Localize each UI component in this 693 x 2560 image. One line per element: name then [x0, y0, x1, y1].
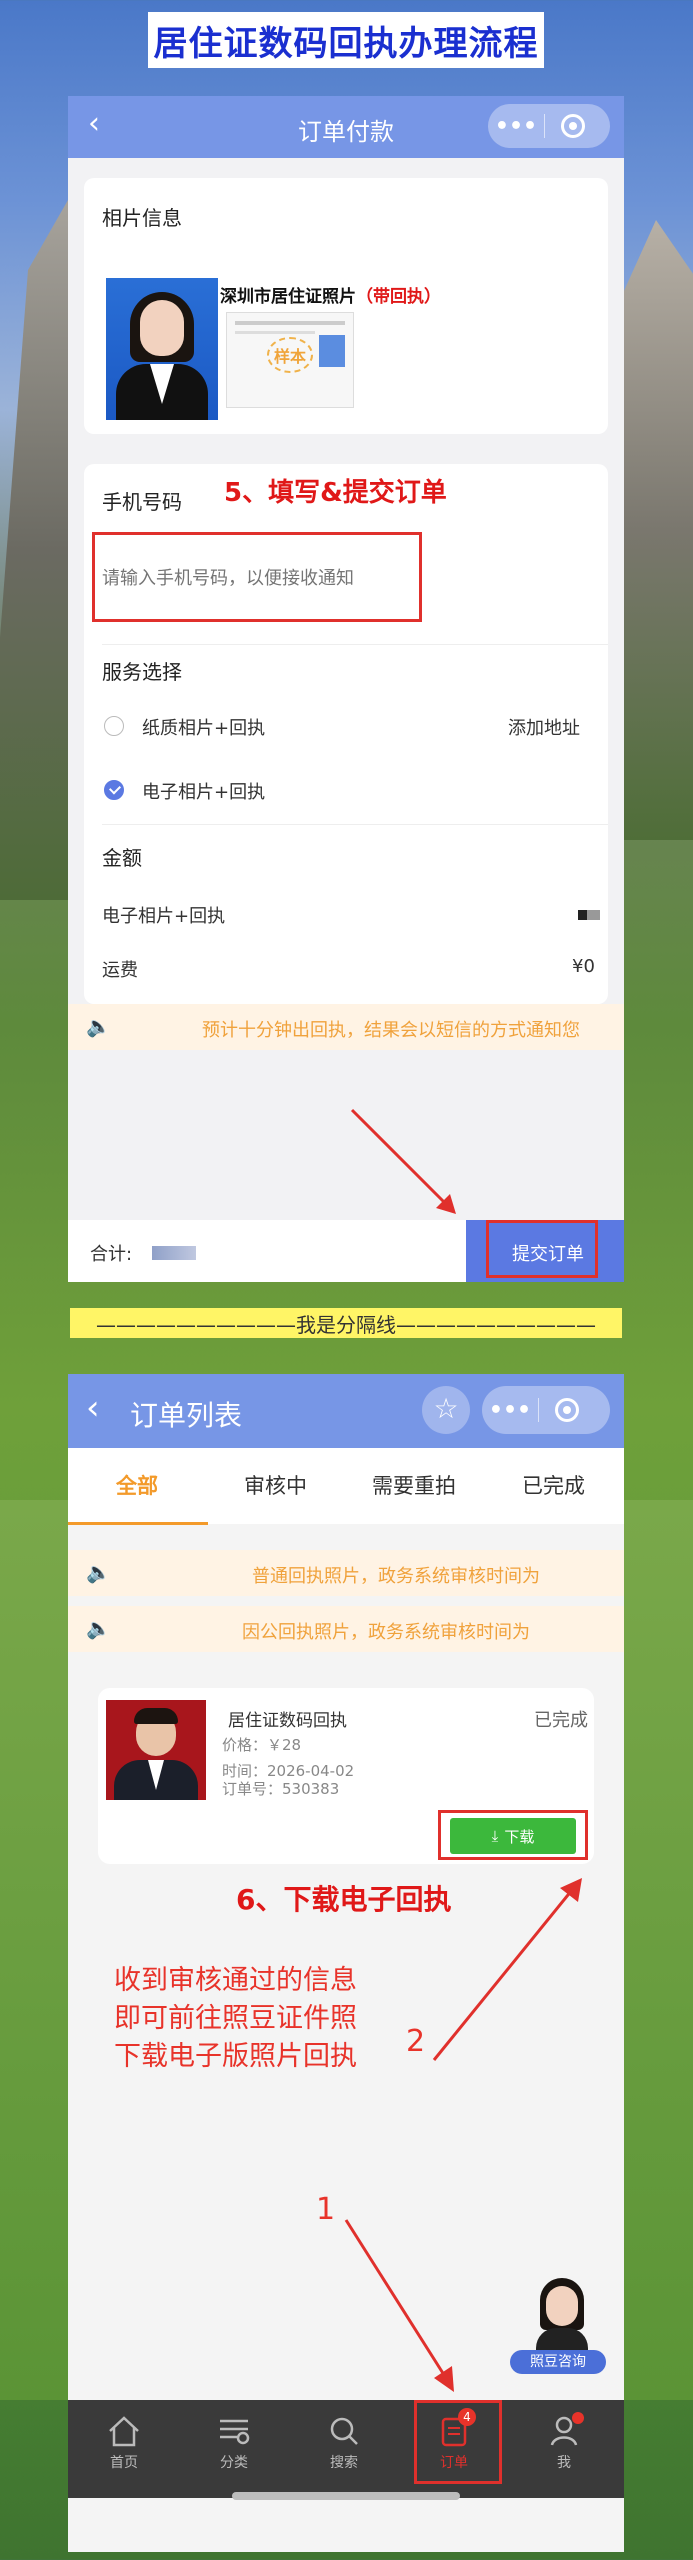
shipping-value: ¥0 — [572, 956, 595, 977]
divider-line — [102, 644, 608, 645]
notification-dot — [572, 2412, 584, 2424]
photo-info-card: 相片信息 深圳市居住证照片（带回执） 样本 — [84, 178, 608, 434]
tabbar-item-me[interactable]: 我 — [524, 2410, 604, 2472]
total-label: 合计: — [90, 1244, 133, 1265]
product-tag: （带回执） — [356, 287, 441, 307]
user-icon — [524, 2410, 604, 2452]
service-label: 服务选择 — [102, 660, 182, 684]
phone-input[interactable] — [102, 560, 414, 596]
meadow-right — [620, 1500, 693, 2400]
orders-tab-highlight — [414, 2400, 502, 2484]
more-icon[interactable]: ••• — [482, 1398, 538, 1423]
mini-program-capsule: ••• — [482, 1386, 610, 1434]
review-notice-official: 🔈 因公回执照片，政务系统审核时间为 — [68, 1606, 624, 1652]
tab-completed[interactable]: 已完成 — [522, 1470, 585, 1500]
order-status: 已完成 — [534, 1710, 588, 1731]
avatar — [534, 2278, 590, 2354]
divider-line — [102, 824, 608, 825]
more-icon[interactable]: ••• — [488, 114, 544, 139]
search-icon — [304, 2410, 384, 2452]
download-instructions: 收到审核通过的信息 即可前往照豆证件照 下载电子版照片回执 — [114, 1965, 357, 2072]
service-option-digital-label[interactable]: 电子相片+回执 — [142, 778, 265, 804]
favorite-star-icon[interactable]: ☆ — [422, 1386, 470, 1434]
order-payment-screen: ‹ 订单付款 ••• 相片信息 深圳市居住证照片（带回执） 样本 手机号码 5、… — [68, 96, 624, 1282]
tabbar-item-search[interactable]: 搜索 — [304, 2410, 384, 2472]
order-list-screen: ‹ 订单列表 ☆ ••• 全部 审核中 需要重拍 已完成 🔈 普通回执照片，政务… — [68, 1374, 624, 2552]
step6-annotation: 6、下载电子回执 — [236, 1883, 452, 1916]
service-option-paper-radio[interactable] — [104, 716, 124, 736]
back-icon[interactable]: ‹ — [86, 1388, 100, 1428]
close-mini-program-icon[interactable] — [545, 114, 601, 138]
receipt-preview: 样本 — [226, 312, 354, 408]
tab-reviewing[interactable]: 审核中 — [244, 1470, 307, 1500]
order-tabs: 全部 审核中 需要重拍 已完成 — [68, 1448, 624, 1524]
arrow-to-download — [432, 1878, 582, 2061]
nav-bar: ‹ 订单付款 ••• — [68, 96, 624, 158]
product-name: 深圳市居住证照片 — [220, 287, 356, 307]
order-price: 价格：￥28 — [222, 1736, 302, 1754]
consult-avatar[interactable]: 照豆咨询 — [510, 2274, 606, 2374]
product-title: 深圳市居住证照片（带回执） — [220, 282, 441, 307]
phone-label: 手机号码 — [102, 490, 182, 514]
order-form-card: 手机号码 5、填写&提交订单 服务选择 纸质相片+回执 添加地址 电子相片+回执… — [84, 464, 608, 1004]
bottom-tab-bar: 首页 分类 搜索 4 订单 我 — [68, 2400, 624, 2498]
mini-program-capsule: ••• — [488, 104, 610, 148]
home-icon — [84, 2410, 164, 2452]
review-notice-normal: 🔈 普通回执照片，政务系统审核时间为 — [68, 1550, 624, 1596]
order-title: 居住证数码回执 — [228, 1711, 347, 1731]
service-option-digital-radio[interactable] — [104, 780, 124, 800]
speaker-icon: 🔈 — [86, 1616, 111, 1640]
arrow-to-submit — [350, 1108, 456, 1214]
arrow-number-2: 2 — [406, 2024, 426, 2059]
amount-label: 金额 — [102, 846, 142, 870]
speaker-icon: 🔈 — [86, 1014, 111, 1038]
order-number: 订单号：530383 — [222, 1780, 340, 1798]
category-icon — [194, 2410, 274, 2452]
submit-highlight — [486, 1220, 598, 1278]
processing-notice: 🔈 预计十分钟出回执，结果会以短信的方式通知您 — [68, 1004, 624, 1050]
id-photo-thumbnail — [106, 278, 218, 420]
tab-retake[interactable]: 需要重拍 — [372, 1470, 456, 1500]
separator-strip: ——————————我是分隔线—————————— — [70, 1308, 622, 1338]
amount-item-value-blurred — [578, 910, 600, 920]
step5-annotation: 5、填写&提交订单 — [224, 478, 447, 508]
service-option-paper-label[interactable]: 纸质相片+回执 — [142, 714, 265, 740]
amount-item-label: 电子相片+回执 — [102, 906, 226, 927]
arrow-to-orders-tab — [344, 2219, 454, 2392]
consult-label: 照豆咨询 — [510, 2350, 606, 2374]
order-photo-thumbnail — [106, 1700, 206, 1800]
home-indicator — [232, 2492, 460, 2500]
photo-info-label: 相片信息 — [102, 206, 182, 230]
checkout-footer: 合计: 提交订单 — [68, 1220, 624, 1282]
arrow-number-1: 1 — [316, 2192, 336, 2227]
tabbar-item-category[interactable]: 分类 — [194, 2410, 274, 2472]
order-card[interactable]: 居住证数码回执 已完成 价格：￥28 时间：2026-04-02 订单号：530… — [98, 1688, 594, 1864]
close-mini-program-icon[interactable] — [539, 1398, 595, 1422]
add-address-link[interactable]: 添加地址 — [508, 714, 580, 740]
total-value-blurred — [152, 1246, 196, 1260]
page-title: 居住证数码回执办理流程 — [148, 12, 544, 68]
shipping-label: 运费 — [102, 960, 138, 981]
tabbar-item-home[interactable]: 首页 — [84, 2410, 164, 2472]
tab-all[interactable]: 全部 — [116, 1470, 158, 1500]
active-tab-underline — [68, 1522, 208, 1525]
stamp-icon: 样本 — [267, 337, 313, 373]
speaker-icon: 🔈 — [86, 1560, 111, 1584]
nav-bar: ‹ 订单列表 ☆ ••• — [68, 1374, 624, 1448]
download-highlight — [438, 1810, 588, 1860]
nav-title: 订单列表 — [130, 1399, 243, 1432]
